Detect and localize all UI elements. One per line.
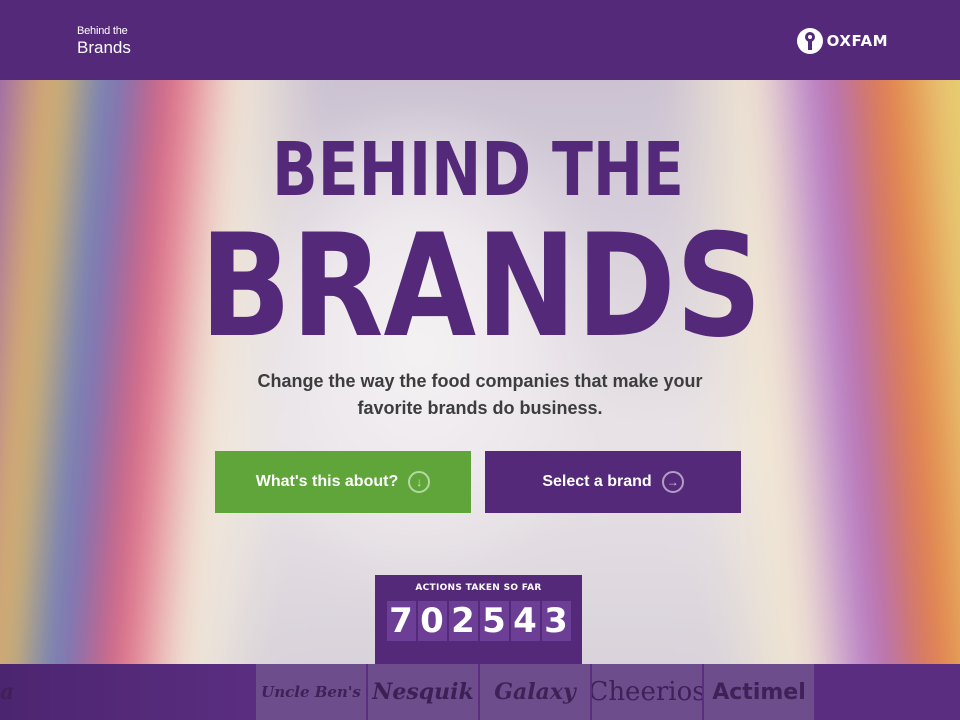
brand-logo-cheerios[interactable]: Cheerios bbox=[592, 664, 702, 720]
site-title-link[interactable]: Behind the Brands bbox=[77, 25, 131, 58]
arrow-right-circle-icon: → bbox=[661, 471, 684, 493]
headline-line-1: BEHIND THE bbox=[272, 127, 684, 213]
oxfam-logo-icon bbox=[796, 28, 823, 54]
counter-digit: 4 bbox=[510, 601, 540, 641]
tagline-line-1: Change the way the food companies that m… bbox=[257, 371, 703, 391]
site-title-small: Behind the bbox=[77, 25, 128, 37]
site-title-big: Brands bbox=[77, 38, 131, 57]
actions-counter: ACTIONS TAKEN SO FAR 7 0 2 5 4 3 bbox=[375, 575, 582, 664]
whats-this-about-button[interactable]: What's this about? ↓ bbox=[215, 451, 471, 513]
counter-digit: 0 bbox=[417, 601, 447, 641]
brand-logo-galaxy[interactable]: Galaxy bbox=[480, 664, 590, 720]
arrow-down-circle-icon: ↓ bbox=[408, 471, 431, 493]
counter-digit: 3 bbox=[541, 601, 571, 641]
oxfam-logo-text: OXFAM bbox=[826, 32, 888, 50]
counter-digit: 5 bbox=[479, 601, 509, 641]
counter-label: ACTIONS TAKEN SO FAR bbox=[415, 583, 542, 593]
brand-logo-nesquik[interactable]: Nesquik bbox=[368, 664, 478, 720]
tagline-line-2: favorite brands do business. bbox=[357, 398, 603, 418]
select-a-brand-button[interactable]: Select a brand → bbox=[485, 451, 741, 513]
headline-line-2: BRANDS bbox=[200, 204, 762, 369]
hero-headline: BEHIND THE BRANDS bbox=[200, 127, 762, 369]
whats-this-about-label: What's this about? bbox=[255, 473, 399, 490]
oxfam-logo-link[interactable]: OXFAM bbox=[796, 28, 888, 54]
brand-logo-actimel[interactable]: Actimel bbox=[704, 664, 814, 720]
brand-logo-partial[interactable]: a bbox=[0, 664, 20, 720]
brand-logo-list: Uncle Ben's Nesquik Galaxy Cheerios Acti… bbox=[256, 664, 816, 720]
brand-logo-uncle-bens[interactable]: Uncle Ben's bbox=[256, 664, 366, 720]
top-bar: Behind the Brands OXFAM bbox=[0, 0, 960, 80]
counter-digit: 2 bbox=[448, 601, 478, 641]
select-a-brand-label: Select a brand bbox=[542, 473, 652, 490]
brand-carousel: a Uncle Ben's Nesquik Galaxy Cheerios Ac… bbox=[0, 664, 960, 720]
counter-digits: 7 0 2 5 4 3 bbox=[375, 601, 582, 641]
hero-tagline: Change the way the food companies that m… bbox=[230, 368, 730, 422]
counter-digit: 7 bbox=[386, 601, 416, 641]
